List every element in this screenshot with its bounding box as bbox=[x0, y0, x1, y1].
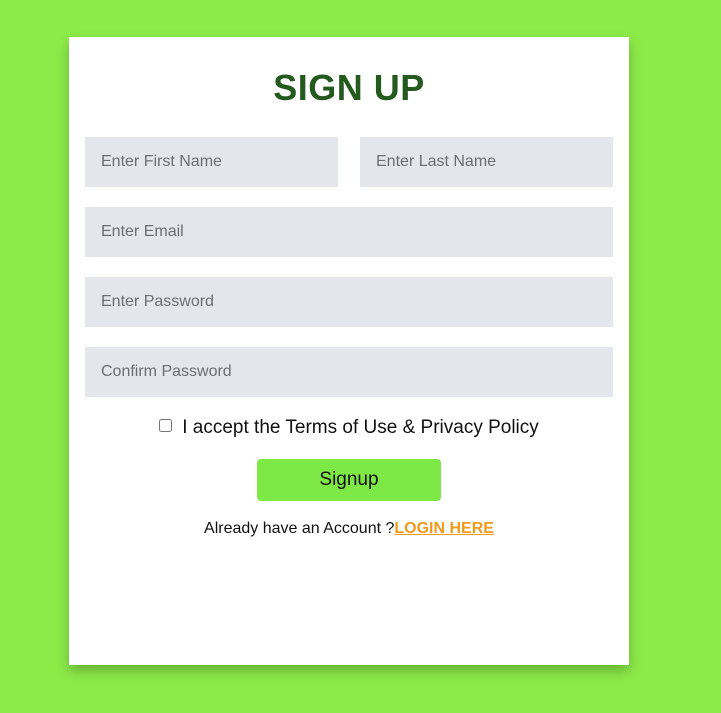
page-title: SIGN UP bbox=[273, 67, 425, 108]
signup-card: SIGN UP I accept the Terms of Use & Priv… bbox=[69, 37, 629, 665]
login-prompt-row: Already have an Account ?LOGIN HERE bbox=[69, 519, 629, 539]
terms-label: I accept the Terms of Use & Privacy Poli… bbox=[182, 417, 539, 438]
login-prompt-text: Already have an Account ? bbox=[204, 520, 395, 537]
email-input[interactable] bbox=[85, 207, 613, 257]
terms-checkbox[interactable] bbox=[159, 419, 173, 433]
password-input[interactable] bbox=[85, 277, 613, 327]
confirm-password-input[interactable] bbox=[85, 347, 613, 397]
login-link[interactable]: LOGIN HERE bbox=[394, 520, 494, 537]
signup-button[interactable]: Signup bbox=[257, 459, 441, 501]
last-name-input[interactable] bbox=[360, 137, 613, 187]
terms-row: I accept the Terms of Use & Privacy Poli… bbox=[69, 416, 629, 440]
first-name-input[interactable] bbox=[85, 137, 338, 187]
